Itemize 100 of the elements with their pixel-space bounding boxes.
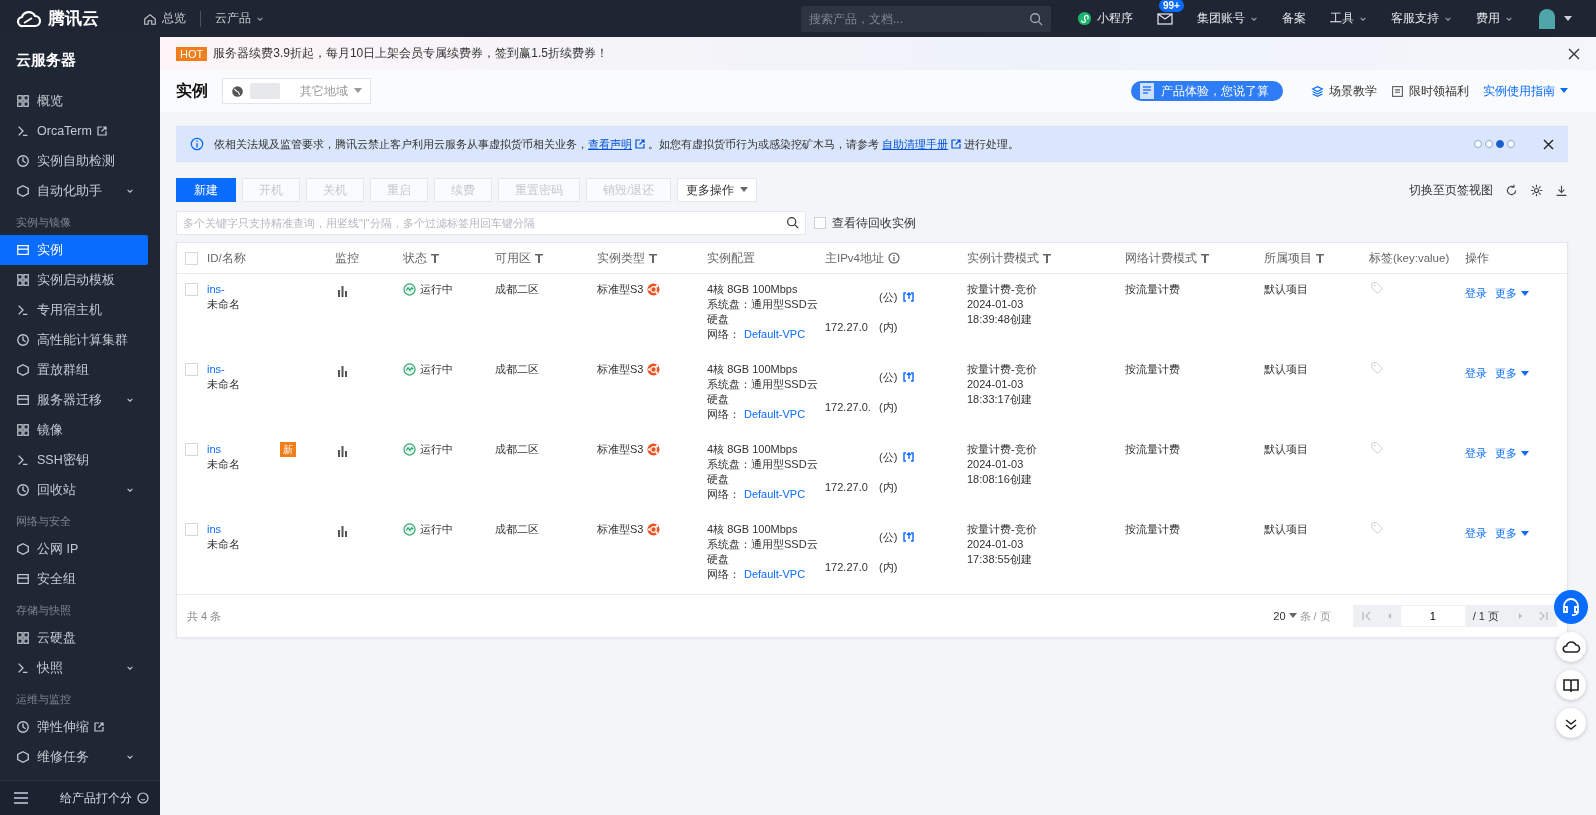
column-header[interactable]: ID/名称 bbox=[207, 250, 246, 266]
instance-id-link[interactable]: ins bbox=[207, 522, 222, 537]
page-size-select[interactable]: 20 bbox=[1273, 610, 1297, 622]
instance-name: 未命名 bbox=[207, 537, 240, 552]
column-header[interactable]: 监控 bbox=[335, 250, 359, 266]
book-icon[interactable] bbox=[1556, 670, 1586, 700]
sidebar-item[interactable]: 维修任务 bbox=[0, 742, 148, 772]
sidebar-item[interactable]: 实例 bbox=[0, 235, 148, 265]
column-header[interactable]: 标签(key:value) bbox=[1369, 250, 1450, 266]
more-menu[interactable]: 更多 bbox=[1495, 366, 1529, 381]
login-link[interactable]: 登录 bbox=[1465, 366, 1487, 381]
switch-icon[interactable] bbox=[903, 531, 914, 543]
sidebar-item[interactable]: 安全组 bbox=[0, 564, 148, 594]
row-checkbox[interactable] bbox=[185, 443, 198, 456]
search-field[interactable]: 搜索产品，文档... bbox=[801, 5, 1051, 32]
sidebar-item[interactable]: 专用宿主机 bbox=[0, 295, 148, 325]
login-link[interactable]: 登录 bbox=[1465, 446, 1487, 461]
download-icon[interactable] bbox=[1555, 183, 1568, 197]
cleanup-manual-link[interactable]: 自助清理手册 bbox=[882, 137, 949, 150]
sidebar-item[interactable]: 高性能计算集群 bbox=[0, 325, 148, 355]
statement-link[interactable]: 查看声明 bbox=[588, 137, 632, 150]
login-link[interactable]: 登录 bbox=[1465, 526, 1487, 541]
login-link[interactable]: 登录 bbox=[1465, 286, 1487, 301]
search-field[interactable]: 多个关键字只支持精准查询，用竖线"|"分隔，多个过滤标签用回车键分隔 bbox=[176, 211, 806, 235]
vpc-link[interactable]: Default-VPC bbox=[744, 327, 806, 342]
mail-icon[interactable] bbox=[1157, 12, 1173, 25]
nav-menu[interactable]: 工具 bbox=[1318, 0, 1379, 37]
recycle-checkbox[interactable]: 查看待回收实例 bbox=[814, 215, 916, 231]
close-icon[interactable] bbox=[1543, 138, 1554, 150]
toolbar-button[interactable]: 新建 bbox=[176, 178, 236, 202]
carousel-dot[interactable] bbox=[1474, 140, 1482, 148]
switch-icon[interactable] bbox=[903, 371, 914, 383]
more-menu[interactable]: 更多 bbox=[1495, 446, 1529, 461]
collapse-icon[interactable] bbox=[1556, 708, 1586, 738]
column-header[interactable]: 实例配置 bbox=[707, 250, 755, 266]
overview-link[interactable]: 总览 bbox=[129, 10, 200, 27]
column-header[interactable]: 所属项目 bbox=[1264, 250, 1324, 266]
panel-icon bbox=[16, 393, 30, 407]
carousel-dot[interactable] bbox=[1507, 140, 1515, 148]
toolbar-button[interactable]: 更多操作 bbox=[677, 178, 758, 202]
nav-menu[interactable]: 客服支持 bbox=[1379, 0, 1464, 37]
feedback-button[interactable]: 产品体验，您说了算 bbox=[1131, 81, 1283, 101]
column-header[interactable]: 实例类型 bbox=[597, 250, 657, 266]
bar-chart-icon[interactable] bbox=[337, 365, 348, 377]
sidebar-item[interactable]: 自动化助手 bbox=[0, 176, 148, 206]
instance-id-link[interactable]: ins bbox=[207, 442, 222, 457]
sidebar-item[interactable]: SSH密钥 bbox=[0, 445, 148, 475]
bar-chart-icon[interactable] bbox=[337, 445, 348, 457]
menu-icon[interactable] bbox=[14, 792, 28, 804]
sidebar-item[interactable]: 概览 bbox=[0, 86, 148, 116]
instance-id-link[interactable]: ins- bbox=[207, 282, 225, 297]
carousel-dot[interactable] bbox=[1496, 140, 1504, 148]
switch-view-link[interactable]: 切换至页签视图 bbox=[1409, 181, 1493, 199]
bar-chart-icon[interactable] bbox=[337, 285, 348, 297]
column-header[interactable]: 操作 bbox=[1465, 250, 1489, 266]
nav-menu[interactable]: 集团账号 bbox=[1185, 0, 1270, 37]
vpc-link[interactable]: Default-VPC bbox=[744, 487, 806, 502]
headset-icon[interactable] bbox=[1554, 590, 1588, 624]
vpc-link[interactable]: Default-VPC bbox=[744, 567, 806, 582]
sidebar-item[interactable]: 服务器迁移 bbox=[0, 385, 148, 415]
sidebar-item[interactable]: 快照 bbox=[0, 653, 148, 683]
instance-id-link[interactable]: ins- bbox=[207, 362, 225, 377]
nav-link[interactable]: 备案 bbox=[1270, 0, 1318, 37]
settings-icon[interactable] bbox=[1530, 183, 1543, 197]
row-checkbox[interactable] bbox=[185, 523, 198, 536]
page-input[interactable]: 1 bbox=[1400, 606, 1465, 626]
sidebar-item[interactable]: OrcaTerm bbox=[0, 116, 148, 146]
sidebar-item[interactable]: 实例自助检测 bbox=[0, 146, 148, 176]
switch-icon[interactable] bbox=[903, 291, 914, 303]
nav-menu[interactable]: 费用 bbox=[1464, 0, 1525, 37]
select-all-checkbox[interactable] bbox=[185, 252, 198, 265]
row-checkbox[interactable] bbox=[185, 283, 198, 296]
sidebar-item[interactable]: 镜像 bbox=[0, 415, 148, 445]
tutorial-link[interactable]: 场景教学 bbox=[1311, 82, 1377, 100]
grid-icon bbox=[16, 423, 30, 437]
sidebar-item[interactable]: 回收站 bbox=[0, 475, 148, 505]
more-menu[interactable]: 更多 bbox=[1495, 526, 1529, 541]
sidebar-item[interactable]: 云硬盘 bbox=[0, 623, 148, 653]
close-icon[interactable] bbox=[1568, 47, 1580, 60]
mini-program-link[interactable]: 小程序 bbox=[1065, 0, 1145, 37]
bar-chart-icon[interactable] bbox=[337, 525, 348, 537]
guide-menu[interactable]: 实例使用指南 bbox=[1483, 82, 1568, 100]
sidebar-item[interactable]: 置放群组 bbox=[0, 355, 148, 385]
sidebar-item[interactable]: 实例启动模板 bbox=[0, 265, 148, 295]
column-header[interactable]: 主IPv4地址 bbox=[825, 250, 900, 266]
column-header[interactable]: 可用区 bbox=[495, 250, 543, 266]
sidebar-item[interactable]: 弹性伸缩 bbox=[0, 712, 148, 742]
column-header[interactable]: 实例计费模式 bbox=[967, 250, 1051, 266]
row-checkbox[interactable] bbox=[185, 363, 198, 376]
sidebar-item[interactable]: 公网 IP bbox=[0, 534, 148, 564]
benefits-link[interactable]: 限时领福利 bbox=[1391, 82, 1469, 100]
cloud-icon[interactable] bbox=[1556, 632, 1586, 662]
more-menu[interactable]: 更多 bbox=[1495, 286, 1529, 301]
column-header[interactable]: 网络计费模式 bbox=[1125, 250, 1209, 266]
vpc-link[interactable]: Default-VPC bbox=[744, 407, 806, 422]
refresh-icon[interactable] bbox=[1505, 183, 1518, 197]
switch-icon[interactable] bbox=[903, 451, 914, 463]
carousel-dot[interactable] bbox=[1485, 140, 1493, 148]
products-menu[interactable]: 云产品 bbox=[201, 10, 278, 27]
column-header[interactable]: 状态 bbox=[403, 250, 439, 266]
